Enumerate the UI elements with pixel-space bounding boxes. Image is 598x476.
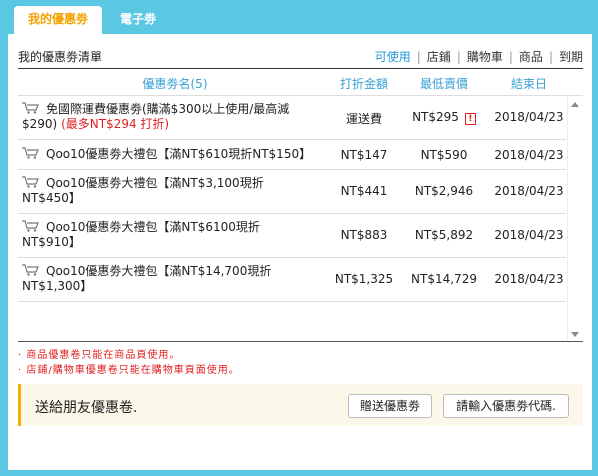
- coupon-name-line1: Qoo10優惠劵大禮包【滿NT$3,100現折: [46, 176, 264, 190]
- coupon-discount: NT$147: [340, 148, 388, 162]
- scroll-up-icon[interactable]: [571, 102, 579, 107]
- coupon-name: Qoo10優惠劵大禮包【滿NT$3,100現折 NT$450】: [22, 176, 322, 206]
- column-header-min-price: 最低賣價: [419, 77, 468, 91]
- coupon-panel: 我的優惠劵清單 可使用 | 店鋪 | 購物車 | 商品 | 到期 優惠劵名(5) 打折金額 最低…: [8, 34, 592, 470]
- filter-links: 可使用 | 店鋪 | 購物車 | 商品 | 到期: [375, 48, 583, 65]
- coupon-name-line2: NT$1,300】: [22, 279, 93, 293]
- filter-cart[interactable]: 購物車: [467, 50, 503, 64]
- table-row[interactable]: Qoo10優惠劵大禮包【滿NT$14,700現折 NT$1,300】 NT$1,3…: [18, 258, 566, 302]
- shopping-cart-icon[interactable]: [22, 264, 40, 276]
- warning-icon[interactable]: !: [464, 113, 476, 125]
- gift-coupon-button[interactable]: 贈送優惠劵: [348, 394, 432, 418]
- coupon-name: Qoo10優惠劵大禮包【滿NT$610現折NT$150】: [22, 147, 322, 162]
- coupon-end-date: 2018/04/23: [494, 228, 564, 242]
- filter-product[interactable]: 商品: [519, 50, 543, 64]
- column-header-discount: 打折金額: [339, 77, 388, 91]
- coupon-min-price: NT$590: [420, 148, 468, 162]
- coupon-discount: NT$1,325: [334, 272, 394, 286]
- column-header-end-date: 結束日: [510, 77, 547, 91]
- coupon-min-price: NT$5,892: [414, 228, 474, 242]
- shopping-cart-icon[interactable]: [22, 102, 40, 114]
- table-row[interactable]: 免國際運費優惠劵(購滿$300以上使用/最高減 $290) (最多NT$294 打…: [18, 96, 566, 140]
- coupon-name: 免國際運費優惠劵(購滿$300以上使用/最高減 $290) (最多NT$294 打…: [22, 102, 322, 132]
- tab-e-coupons[interactable]: 電子劵: [104, 6, 172, 34]
- usage-notes: · 商品優惠卷只能在商品頁使用。 · 店鋪/購物車優惠卷只能在購物車頁面使用。: [18, 348, 583, 378]
- coupon-name: Qoo10優惠劵大禮包【滿NT$14,700現折 NT$1,300】: [22, 264, 322, 294]
- coupon-min-price-value: NT$295: [412, 110, 459, 124]
- table-row[interactable]: Qoo10優惠劵大禮包【滿NT$610現折NT$150】 NT$147 NT$5…: [18, 140, 566, 170]
- coupon-end-date: 2018/04/23: [494, 272, 564, 286]
- coupon-name-line2: NT$910】: [22, 235, 81, 249]
- coupon-discount: NT$441: [340, 184, 388, 198]
- filter-expiring[interactable]: 到期: [559, 50, 583, 64]
- coupon-name-line1: Qoo10優惠劵大禮包【滿NT$6100現折: [46, 220, 260, 234]
- coupon-name-line1: Qoo10優惠劵大禮包【滿NT$14,700現折: [46, 264, 272, 278]
- filter-separator: |: [508, 50, 513, 64]
- coupon-discount: 運送費: [345, 112, 382, 126]
- coupon-min-price: NT$2,946: [414, 184, 474, 198]
- scroll-down-icon[interactable]: [571, 332, 579, 337]
- tab-my-coupons[interactable]: 我的優惠劵: [14, 6, 102, 34]
- table-scrollbar[interactable]: [567, 96, 583, 341]
- filter-separator: |: [548, 50, 553, 64]
- list-header: 我的優惠劵清單 可使用 | 店鋪 | 購物車 | 商品 | 到期: [18, 46, 583, 66]
- filter-available[interactable]: 可使用: [375, 50, 411, 64]
- coupon-name-line2: $290): [22, 117, 58, 131]
- coupon-min-price: NT$295!: [396, 110, 492, 125]
- column-header-name[interactable]: 優惠劵名(5): [18, 75, 332, 92]
- filter-shop[interactable]: 店鋪: [427, 50, 451, 64]
- coupon-discount: NT$883: [340, 228, 388, 242]
- table-header: 優惠劵名(5) 打折金額 最低賣價 結束日: [18, 69, 583, 96]
- coupon-min-price: NT$14,729: [411, 272, 477, 286]
- coupon-end-date: 2018/04/23: [494, 148, 564, 162]
- list-title: 我的優惠劵清單: [18, 50, 103, 64]
- enter-coupon-code-button[interactable]: 請輸入優惠劵代碼.: [443, 394, 569, 418]
- coupon-rows: 免國際運費優惠劵(購滿$300以上使用/最高減 $290) (最多NT$294 打…: [18, 96, 566, 302]
- coupon-name: Qoo10優惠劵大禮包【滿NT$6100現折 NT$910】: [22, 220, 322, 250]
- shopping-cart-icon[interactable]: [22, 147, 40, 159]
- filter-separator: |: [416, 50, 421, 64]
- coupon-end-date: 2018/04/23: [494, 184, 564, 198]
- shopping-cart-icon[interactable]: [22, 220, 40, 232]
- share-coupon-bar: 送給朋友優惠卷. 贈送優惠劵 請輸入優惠劵代碼.: [18, 384, 583, 426]
- coupon-table: 優惠劵名(5) 打折金額 最低賣價 結束日 免國際運費優惠劵(購滿$300以上使…: [18, 68, 583, 342]
- table-row[interactable]: Qoo10優惠劵大禮包【滿NT$6100現折 NT$910】 NT$883 NT$…: [18, 214, 566, 258]
- note-product-coupon: · 商品優惠卷只能在商品頁使用。: [18, 350, 181, 361]
- shopping-cart-icon[interactable]: [22, 176, 40, 188]
- coupon-window: 我的優惠劵 電子劵 我的優惠劵清單 可使用 | 店鋪 | 購物車 | 商品 | 到期 優惠劵名(…: [0, 0, 598, 476]
- coupon-max-discount: (最多NT$294 打折): [61, 117, 170, 131]
- share-coupon-text: 送給朋友優惠卷.: [35, 400, 138, 416]
- note-shop-cart-coupon: · 店鋪/購物車優惠卷只能在購物車頁面使用。: [18, 365, 240, 376]
- filter-separator: |: [456, 50, 461, 64]
- coupon-name-line1: Qoo10優惠劵大禮包【滿NT$610現折NT$150】: [46, 147, 312, 161]
- coupon-name-line1: 免國際運費優惠劵(購滿$300以上使用/最高減: [46, 102, 290, 116]
- coupon-name-line2: NT$450】: [22, 191, 81, 205]
- tab-bar: 我的優惠劵 電子劵: [0, 0, 598, 34]
- coupon-end-date: 2018/04/23: [494, 110, 564, 124]
- table-row[interactable]: Qoo10優惠劵大禮包【滿NT$3,100現折 NT$450】 NT$441 NT…: [18, 170, 566, 214]
